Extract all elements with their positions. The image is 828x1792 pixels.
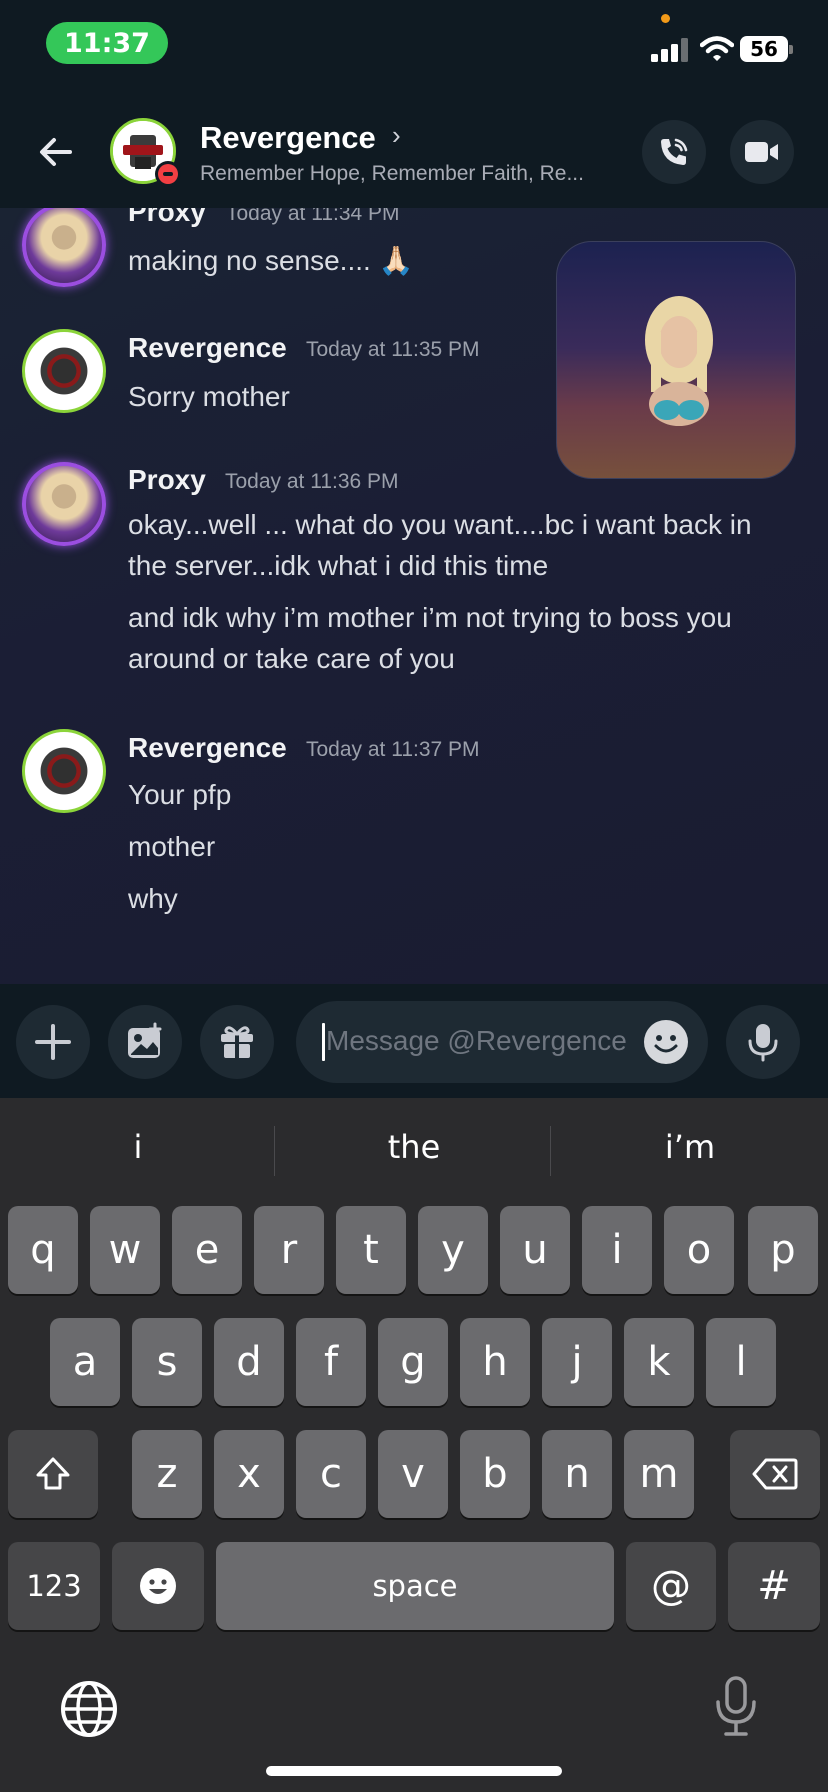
dictation-mic-icon[interactable]	[712, 1674, 760, 1740]
emoji-keyboard-key[interactable]	[112, 1542, 204, 1630]
battery-level: 56	[740, 36, 788, 62]
back-arrow-icon	[40, 138, 72, 166]
backspace-icon	[752, 1458, 798, 1490]
suggestion-3[interactable]: i’m	[560, 1128, 820, 1166]
text-caret	[322, 1023, 325, 1061]
privacy-indicator-dot	[661, 14, 670, 23]
gift-icon	[221, 1026, 253, 1058]
ios-keyboard: i the i’m q w e r t y u i o p a s d f g …	[0, 1098, 828, 1792]
message-timestamp: Today at 11:37 PM	[306, 738, 480, 761]
voice-call-button[interactable]	[642, 120, 706, 184]
key-j[interactable]: j	[542, 1318, 612, 1406]
delete-key[interactable]	[730, 1430, 820, 1518]
key-u[interactable]: u	[500, 1206, 570, 1294]
shift-key[interactable]	[8, 1430, 98, 1518]
image-icon	[128, 1022, 162, 1058]
proxy-avatar[interactable]	[22, 462, 106, 546]
globe-icon[interactable]	[58, 1678, 120, 1740]
chevron-right-icon[interactable]: ›	[392, 120, 401, 151]
key-x[interactable]: x	[214, 1430, 284, 1518]
video-call-button[interactable]	[730, 120, 794, 184]
key-b[interactable]: b	[460, 1430, 530, 1518]
phone-call-icon	[661, 138, 688, 165]
message-timestamp: Today at 11:36 PM	[225, 470, 399, 493]
key-t[interactable]: t	[336, 1206, 406, 1294]
microphone-icon	[748, 1024, 778, 1062]
key-z[interactable]: z	[132, 1430, 202, 1518]
key-a[interactable]: a	[50, 1318, 120, 1406]
conversation-header: Revergence › Remember Hope, Remember Fai…	[0, 90, 828, 208]
message-composer: Message @Revergence	[0, 984, 828, 1098]
key-p[interactable]: p	[748, 1206, 818, 1294]
pip-avatar-image	[645, 296, 713, 426]
message-list[interactable]: Proxy Today at 11:34 PM making no sense.…	[0, 208, 828, 984]
key-y[interactable]: y	[418, 1206, 488, 1294]
key-v[interactable]: v	[378, 1430, 448, 1518]
key-d[interactable]: d	[214, 1318, 284, 1406]
message-text: and idk why i’m mother i’m not trying to…	[128, 602, 732, 633]
key-m[interactable]: m	[624, 1430, 694, 1518]
space-key[interactable]: space	[216, 1542, 614, 1630]
numbers-key[interactable]: 123	[8, 1542, 100, 1630]
predictive-bar: i the i’m	[0, 1098, 828, 1202]
shift-arrow-icon	[36, 1457, 70, 1490]
message-author[interactable]: Proxy	[128, 464, 206, 496]
revergence-avatar[interactable]	[22, 729, 106, 813]
proxy-avatar[interactable]	[22, 208, 106, 287]
revergence-avatar[interactable]	[22, 329, 106, 413]
picture-in-picture-tile[interactable]	[556, 241, 796, 479]
home-indicator[interactable]	[266, 1766, 562, 1776]
at-key[interactable]: @	[626, 1542, 716, 1630]
message-input[interactable]: Message @Revergence	[296, 1001, 708, 1083]
suggestion-1[interactable]: i	[8, 1128, 268, 1166]
conversation-status-text[interactable]: Remember Hope, Remember Faith, Re...	[200, 162, 584, 186]
hash-key[interactable]: #	[728, 1542, 820, 1630]
message-timestamp: Today at 11:34 PM	[226, 208, 400, 225]
key-h[interactable]: h	[460, 1318, 530, 1406]
key-f[interactable]: f	[296, 1318, 366, 1406]
status-time[interactable]: 11:37	[46, 22, 168, 64]
key-o[interactable]: o	[664, 1206, 734, 1294]
key-g[interactable]: g	[378, 1318, 448, 1406]
message-author[interactable]: Proxy	[128, 208, 206, 228]
message-author[interactable]: Revergence	[128, 732, 287, 764]
attach-button[interactable]	[16, 1005, 90, 1079]
key-w[interactable]: w	[90, 1206, 160, 1294]
key-i[interactable]: i	[582, 1206, 652, 1294]
message-timestamp: Today at 11:35 PM	[306, 338, 480, 361]
gift-button[interactable]	[200, 1005, 274, 1079]
key-s[interactable]: s	[132, 1318, 202, 1406]
message-text: why	[128, 883, 178, 914]
battery-icon: 56	[740, 36, 794, 62]
voice-message-button[interactable]	[726, 1005, 800, 1079]
emoji-icon	[140, 1568, 176, 1604]
message-text: the server...idk what i did this time	[128, 550, 549, 581]
key-q[interactable]: q	[8, 1206, 78, 1294]
message-text: mother	[128, 831, 216, 862]
message-text: around or take care of you	[128, 643, 455, 674]
message-text: Your pfp	[128, 779, 232, 810]
key-k[interactable]: k	[624, 1318, 694, 1406]
cellular-signal-icon	[651, 38, 688, 62]
key-n[interactable]: n	[542, 1430, 612, 1518]
key-r[interactable]: r	[254, 1206, 324, 1294]
emoji-icon[interactable]	[644, 1020, 688, 1064]
status-bar: 11:37 56	[0, 0, 828, 90]
gallery-button[interactable]	[108, 1005, 182, 1079]
wifi-icon	[700, 36, 734, 61]
dnd-status-icon	[155, 161, 181, 187]
video-camera-icon	[745, 142, 778, 162]
key-c[interactable]: c	[296, 1430, 366, 1518]
key-e[interactable]: e	[172, 1206, 242, 1294]
back-button[interactable]	[32, 128, 80, 176]
key-l[interactable]: l	[706, 1318, 776, 1406]
message-input-placeholder: Message @Revergence	[326, 1025, 627, 1056]
plus-icon	[35, 1024, 71, 1060]
message-author[interactable]: Revergence	[128, 332, 287, 364]
message-text: okay...well ... what do you want....bc i…	[128, 509, 752, 540]
conversation-title[interactable]: Revergence	[200, 120, 376, 156]
suggestion-2[interactable]: the	[284, 1128, 544, 1166]
header-avatar[interactable]	[110, 118, 181, 187]
